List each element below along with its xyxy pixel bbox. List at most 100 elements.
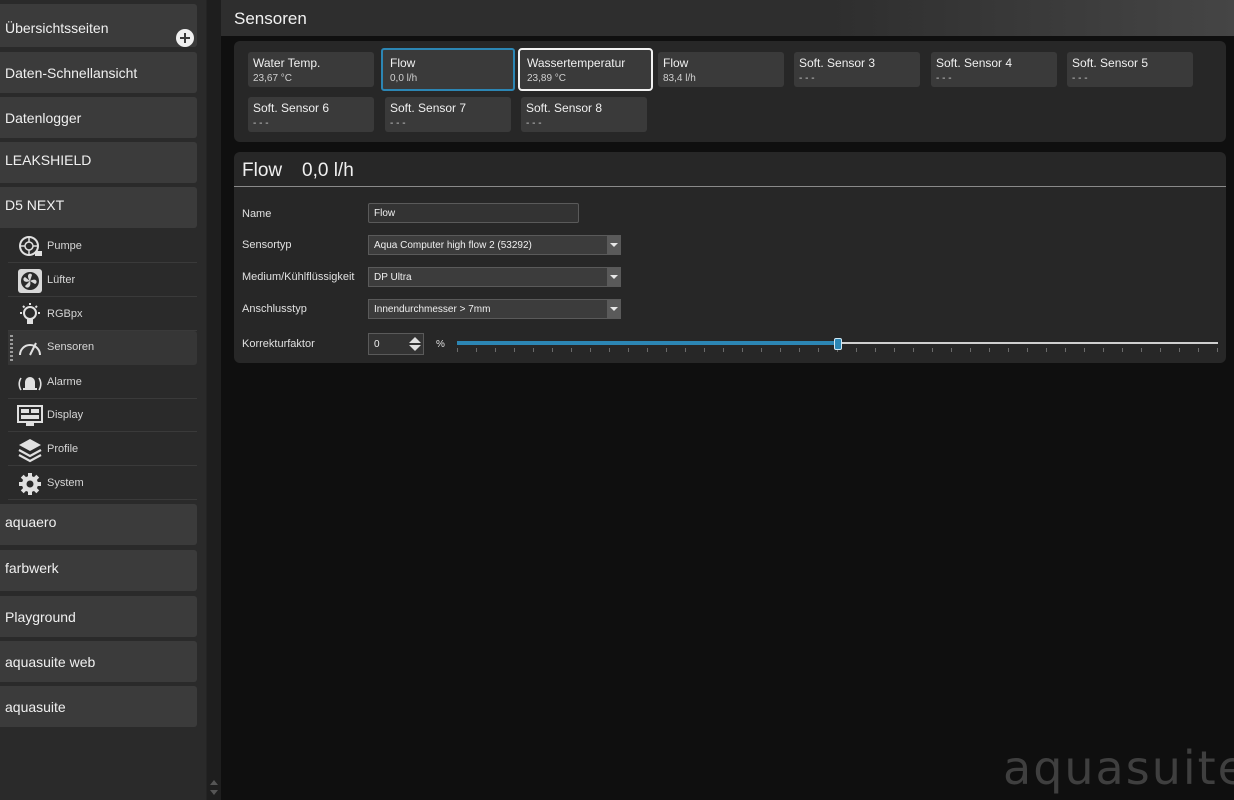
korrekturfaktor-label: Korrekturfaktor [242,338,315,350]
medium-value: DP Ultra [374,272,412,283]
sidebar-group-datenlogger[interactable]: Datenlogger [0,97,197,138]
layers-icon [18,439,42,463]
sidebar-item-rgbpx[interactable]: RGBpx [8,298,197,331]
sidebar-group-daten-schnellansicht[interactable]: Daten-Schnellansicht [0,52,197,93]
page-header: Sensoren [221,0,1234,36]
sensor-tile[interactable]: Soft. Sensor 7 - - - [385,97,511,132]
stepper-up-icon[interactable] [409,337,421,343]
sensor-tile-value: 23,67 °C [253,73,293,84]
divider [234,186,1226,187]
sensor-tile[interactable]: Soft. Sensor 3 - - - [794,52,920,87]
sidebar-group-label: aquasuite [5,699,66,715]
sidebar: Übersichtsseiten Daten-Schnellansicht Da… [0,0,206,800]
sensor-tile-value: - - - [1072,73,1088,84]
sidebar-item-system[interactable]: System [8,467,197,500]
sidebar-item-display[interactable]: Display [8,399,197,432]
sidebar-group-aquaero[interactable]: aquaero [0,504,197,545]
chevron-down-icon[interactable] [607,236,620,254]
sensor-tile-name: Soft. Sensor 3 [799,56,876,70]
sensor-tile-name: Flow [663,56,689,70]
sidebar-group-aquasuite-web[interactable]: aquasuite web [0,641,197,682]
sidebar-item-label: Profile [47,443,79,455]
sidebar-item-label: Pumpe [47,240,82,252]
aquasuite-logo: aquasuite [1003,741,1234,795]
sidebar-group-farbwerk[interactable]: farbwerk [0,550,197,591]
medium-select[interactable]: DP Ultra [368,267,621,287]
percent-unit: % [436,339,445,350]
sensor-tile-value: - - - [936,73,952,84]
anschlusstyp-select[interactable]: Innendurchmesser > 7mm [368,299,621,319]
detail-title: Flow [242,160,283,181]
alarm-icon [18,377,42,391]
sidebar-item-alarme[interactable]: Alarme [8,366,197,399]
sidebar-item-label: Alarme [47,376,82,388]
page-title: Sensoren [234,9,307,28]
sidebar-group-aquasuite[interactable]: aquasuite [0,686,197,727]
sensor-tile-name: Soft. Sensor 6 [253,101,330,115]
sensor-tile-name: Water Temp. [253,56,321,70]
sidebar-group-label: Playground [5,609,76,625]
sensor-tile-value: 0,0 l/h [390,73,418,84]
chevron-down-icon[interactable] [607,300,620,318]
sidebar-item-profile[interactable]: Profile [8,433,197,466]
sidebar-item-label: Display [47,409,84,421]
sidebar-group-playground[interactable]: Playground [0,596,197,637]
sidebar-item-sensoren[interactable]: Sensoren [8,331,197,365]
sensor-tile-value: - - - [526,118,542,129]
sidebar-item-label: Lüfter [47,274,76,286]
gear-icon [19,473,41,495]
sidebar-item-label: Sensoren [47,341,95,353]
chevron-down-icon[interactable] [607,268,620,286]
sensortyp-label: Sensortyp [242,239,292,251]
sensor-tile-name: Soft. Sensor 5 [1072,56,1149,70]
sensor-tile-highlighted[interactable]: Wassertemperatur 23,89 °C [518,48,653,91]
korrekturfaktor-value: 0 [374,339,380,350]
sensortyp-value: Aqua Computer high flow 2 (53292) [374,240,532,251]
scroll-down-arrow-icon[interactable] [210,790,218,795]
sensor-tile-value: - - - [799,73,815,84]
sidebar-group-label: aquaero [5,514,57,530]
sensor-tile[interactable]: Soft. Sensor 5 - - - [1067,52,1193,87]
sensor-tile-name: Soft. Sensor 8 [526,101,603,115]
sidebar-group-label: Daten-Schnellansicht [5,65,138,81]
sensor-tile-selected[interactable]: Flow 0,0 l/h [381,48,515,91]
sensor-tile-value: 23,89 °C [527,73,567,84]
add-page-plus-icon[interactable] [176,29,194,47]
scroll-up-arrow-icon[interactable] [210,780,218,785]
sidebar-item-label: RGBpx [47,308,83,320]
sensor-tile[interactable]: Soft. Sensor 4 - - - [931,52,1057,87]
korrekturfaktor-slider[interactable] [457,338,1218,358]
sidebar-group-label: Datenlogger [5,110,82,126]
sidebar-group-uebersichtsseiten[interactable]: Übersichtsseiten [0,4,197,47]
sensor-tile[interactable]: Flow 83,4 l/h [658,52,784,87]
slider-thumb[interactable] [833,338,842,350]
sidebar-group-d5-next[interactable]: D5 NEXT [0,187,197,228]
sensor-tile-name: Wassertemperatur [527,56,626,70]
pump-icon [19,236,42,256]
display-icon [17,405,43,426]
sidebar-group-label: Übersichtsseiten [5,20,109,36]
fan-icon [18,269,42,293]
sensor-tile[interactable]: Soft. Sensor 8 - - - [521,97,647,132]
anschlusstyp-label: Anschlusstyp [242,303,307,315]
sensortyp-select[interactable]: Aqua Computer high flow 2 (53292) [368,235,621,255]
sidebar-group-label: D5 NEXT [5,197,65,213]
sidebar-item-luefter[interactable]: Lüfter [8,264,197,297]
sensor-tile[interactable]: Water Temp. 23,67 °C [248,52,374,87]
sensor-tile[interactable]: Soft. Sensor 6 - - - [248,97,374,132]
sidebar-item-label: System [47,477,84,489]
sidebar-item-pumpe[interactable]: Pumpe [8,230,197,263]
sensor-tile-value: 83,4 l/h [663,73,696,84]
sidebar-group-label: LEAKSHIELD [5,152,92,168]
sidebar-group-label: farbwerk [5,560,59,576]
sensor-tile-name: Flow [390,56,416,70]
stepper-down-icon[interactable] [409,345,421,351]
korrekturfaktor-stepper[interactable]: 0 [368,333,424,355]
sidebar-group-leakshield[interactable]: LEAKSHIELD [0,142,197,183]
medium-label: Medium/Kühlflüssigkeit [242,271,355,283]
slider-fill [457,341,838,345]
sidebar-scrollbar[interactable] [206,0,221,800]
name-field[interactable]: Flow [368,203,579,223]
sensor-tile-name: Soft. Sensor 7 [390,101,467,115]
sensor-tile-name: Soft. Sensor 4 [936,56,1013,70]
